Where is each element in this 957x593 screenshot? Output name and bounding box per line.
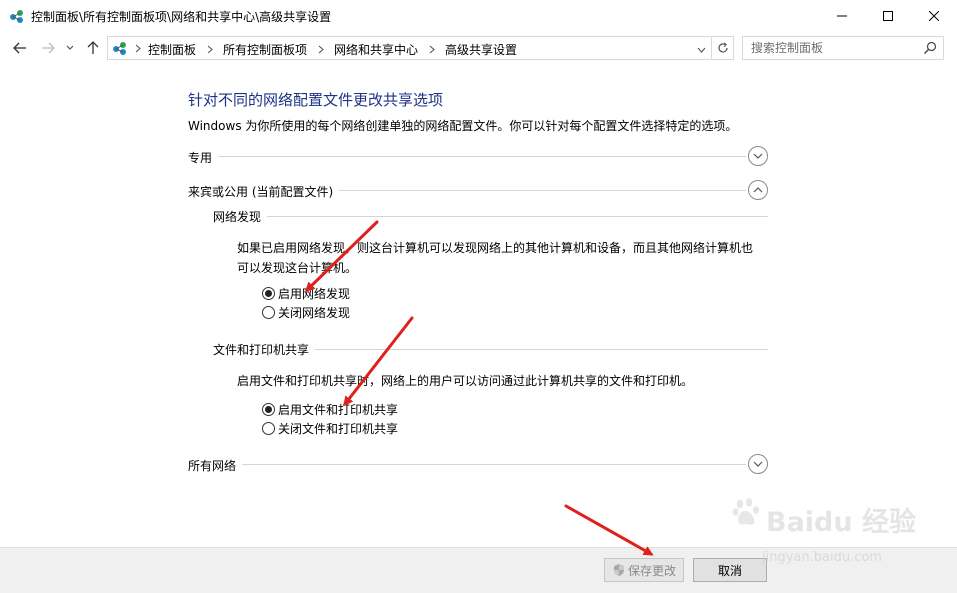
search-icon[interactable]: [923, 41, 937, 58]
network-discovery-title: 网络发现: [213, 208, 268, 225]
profile-all-networks[interactable]: 所有网络: [188, 454, 768, 474]
breadcrumb-item[interactable]: 高级共享设置: [445, 41, 517, 58]
file-printer-sharing-section: 文件和打印机共享: [213, 341, 768, 358]
radio-label[interactable]: 启用网络发现: [278, 285, 350, 302]
breadcrumb-item[interactable]: 网络和共享中心: [334, 41, 418, 58]
chevron-right-icon[interactable]: [207, 45, 213, 54]
divider: [188, 464, 746, 465]
title-bar: 控制面板\所有控制面板项\网络和共享中心\高级共享设置: [0, 0, 957, 31]
save-changes-button[interactable]: 保存更改: [604, 558, 684, 582]
profile-private[interactable]: 专用: [188, 146, 768, 166]
collapse-button[interactable]: [748, 180, 768, 200]
file-printer-sharing-title: 文件和打印机共享: [213, 341, 316, 358]
expand-button[interactable]: [748, 146, 768, 166]
radio-button[interactable]: [262, 305, 275, 319]
breadcrumb-item[interactable]: 所有控制面板项: [223, 41, 307, 58]
radio-label[interactable]: 关闭网络发现: [278, 304, 350, 321]
back-button[interactable]: [11, 39, 29, 57]
chevron-down-icon[interactable]: [697, 42, 706, 56]
maximize-button[interactable]: [865, 0, 911, 31]
save-changes-label: 保存更改: [627, 563, 676, 578]
divider: [213, 216, 768, 217]
close-button[interactable]: [911, 0, 957, 31]
radio-enable-file-sharing[interactable]: 启用文件和打印机共享: [262, 401, 398, 417]
radio-disable-file-sharing[interactable]: 关闭文件和打印机共享: [262, 420, 398, 436]
refresh-icon: [717, 42, 728, 53]
up-button[interactable]: [84, 39, 102, 57]
chevron-up-icon: [753, 187, 763, 193]
radio-button[interactable]: [262, 402, 275, 416]
close-icon: [929, 10, 939, 21]
profile-public[interactable]: 来宾或公用 (当前配置文件): [188, 180, 768, 200]
chevron-right-icon[interactable]: [318, 45, 324, 54]
radio-enable-network-discovery[interactable]: 启用网络发现: [262, 285, 350, 301]
profile-private-label: 专用: [188, 149, 219, 166]
main-content: 针对不同的网络配置文件更改共享选项 Windows 为你所使用的每个网络创建单独…: [0, 64, 957, 547]
arrow-up-icon: [87, 41, 99, 54]
radio-label[interactable]: 启用文件和打印机共享: [278, 401, 398, 418]
network-icon: [112, 40, 128, 56]
network-icon: [9, 8, 25, 24]
chevron-right-icon[interactable]: [135, 42, 141, 56]
address-bar[interactable]: 控制面板 所有控制面板项 网络和共享中心 高级共享设置: [107, 36, 734, 60]
radio-button[interactable]: [262, 286, 275, 300]
cancel-label: 取消: [717, 563, 742, 578]
uac-shield-icon: [612, 563, 626, 577]
minimize-button[interactable]: [819, 0, 865, 31]
forward-button[interactable]: [39, 39, 57, 57]
arrow-right-icon: [42, 42, 55, 54]
page-description: Windows 为你所使用的每个网络创建单独的网络配置文件。你可以针对每个配置文…: [188, 119, 738, 133]
breadcrumb: 控制面板 所有控制面板项 网络和共享中心 高级共享设置: [148, 41, 517, 58]
expand-button[interactable]: [748, 454, 768, 474]
chevron-down-icon: [66, 45, 74, 50]
window-title: 控制面板\所有控制面板项\网络和共享中心\高级共享设置: [31, 10, 332, 24]
radio-button[interactable]: [262, 421, 275, 435]
radio-disable-network-discovery[interactable]: 关闭网络发现: [262, 304, 350, 320]
network-discovery-section: 网络发现: [213, 208, 768, 225]
minimize-icon: [837, 15, 847, 16]
search-box: [742, 36, 944, 60]
profile-all-label: 所有网络: [188, 457, 243, 474]
divider: [188, 156, 746, 157]
navigation-bar: 控制面板 所有控制面板项 网络和共享中心 高级共享设置: [0, 31, 957, 64]
file-printer-sharing-description: 启用文件和打印机共享时，网络上的用户可以访问通过此计算机共享的文件和打印机。: [237, 374, 694, 388]
page-title: 针对不同的网络配置文件更改共享选项: [188, 91, 444, 109]
profile-public-label: 来宾或公用 (当前配置文件): [188, 183, 340, 200]
cancel-button[interactable]: 取消: [693, 558, 767, 582]
footer-bar: 保存更改 取消: [0, 547, 957, 593]
recent-locations-button[interactable]: [64, 39, 76, 57]
chevron-down-icon: [753, 153, 763, 159]
network-discovery-description: 如果已启用网络发现，则这台计算机可以发现网络上的其他计算机和设备，而且其他网络计…: [237, 241, 754, 275]
maximize-icon: [883, 10, 893, 21]
search-input[interactable]: [751, 40, 911, 56]
arrow-left-icon: [13, 42, 26, 54]
radio-label[interactable]: 关闭文件和打印机共享: [278, 420, 398, 437]
chevron-right-icon[interactable]: [429, 45, 435, 54]
chevron-down-icon: [753, 461, 763, 467]
refresh-button[interactable]: [711, 37, 733, 59]
breadcrumb-item[interactable]: 控制面板: [148, 41, 196, 58]
